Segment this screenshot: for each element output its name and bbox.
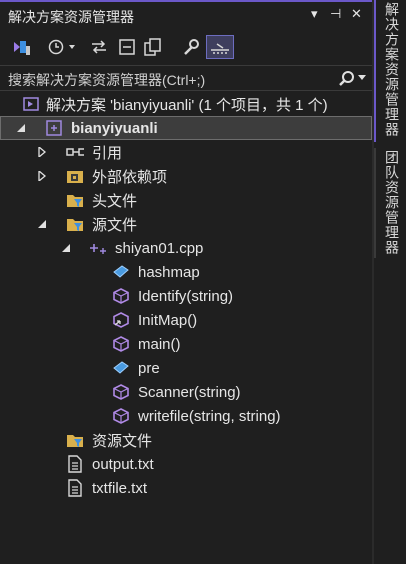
collapse-all-icon — [119, 39, 135, 55]
member-label: Scanner(string) — [138, 383, 241, 401]
sync-with-active-document-button[interactable] — [88, 35, 110, 59]
function-reference-icon — [112, 311, 130, 329]
references-icon — [66, 143, 84, 161]
function-cube-icon — [112, 287, 130, 305]
expanded-arrow-icon[interactable] — [60, 242, 72, 254]
tree-item-member[interactable]: InitMap() — [0, 308, 372, 332]
collapsed-arrow-icon[interactable] — [36, 146, 48, 158]
side-tab-solution-explorer[interactable]: 解决方案资源管理器 — [374, 0, 406, 142]
side-tab-team-explorer-label: 团队资源管理器 — [384, 150, 400, 255]
solution-explorer-panel: 解决方案资源管理器 ▾ ⊣ ✕ 搜索解决方案资源管理器(Ctrl+;) 解决方案… — [0, 0, 372, 564]
search-box[interactable]: 搜索解决方案资源管理器(Ctrl+;) — [0, 65, 372, 91]
text-file-icon — [66, 455, 84, 473]
struct-icon — [112, 263, 130, 281]
wrench-icon — [184, 39, 199, 55]
switch-views-button[interactable] — [10, 35, 32, 59]
tree-item-output-txt[interactable]: output.txt — [0, 452, 372, 476]
tree-item-project[interactable]: bianyiyuanli — [0, 116, 372, 140]
tree-item-references[interactable]: 引用 — [0, 140, 372, 164]
pending-changes-filter-button[interactable] — [46, 35, 80, 59]
cpp-project-icon — [45, 119, 63, 137]
pin-icon[interactable]: ⊣ — [330, 6, 341, 22]
cpp-file-icon — [88, 239, 106, 257]
text-file-icon — [66, 479, 84, 497]
output-txt-label: output.txt — [92, 455, 154, 473]
member-label: hashmap — [138, 263, 200, 281]
struct-icon — [112, 359, 130, 377]
function-cube-icon — [112, 335, 130, 353]
search-options-chevron-icon[interactable] — [358, 75, 366, 81]
source-files-label: 源文件 — [92, 216, 138, 234]
header-files-label: 头文件 — [92, 192, 138, 210]
tree-item-member[interactable]: Scanner(string) — [0, 380, 372, 404]
external-dependencies-icon — [66, 167, 84, 185]
filter-folder-icon — [66, 191, 84, 209]
tree-item-member[interactable]: pre — [0, 356, 372, 380]
project-label: bianyiyuanli — [71, 119, 158, 137]
tree-item-source-files[interactable]: 源文件 — [0, 212, 372, 236]
collapsed-arrow-icon[interactable] — [36, 170, 48, 182]
filter-folder-icon — [66, 215, 84, 233]
sync-arrows-icon — [92, 40, 106, 54]
member-label: writefile(string, string) — [138, 407, 281, 425]
panel-titlebar: 解决方案资源管理器 ▾ ⊣ ✕ — [0, 0, 372, 30]
tree-item-solution[interactable]: 解决方案 'bianyiyuanli' (1 个项目，共 1 个) — [0, 92, 372, 116]
search-input[interactable]: 搜索解决方案资源管理器(Ctrl+;) — [8, 70, 205, 90]
filter-folder-icon — [66, 431, 84, 449]
panel-toolbar — [0, 31, 372, 63]
show-all-files-button[interactable] — [142, 35, 164, 59]
tree-item-member[interactable]: writefile(string, string) — [0, 404, 372, 428]
external-dependencies-label: 外部依赖项 — [92, 168, 168, 186]
member-label: InitMap() — [138, 311, 198, 329]
vs-solution-icon — [14, 41, 30, 55]
preview-icon — [211, 43, 229, 54]
tree-item-member[interactable]: Identify(string) — [0, 284, 372, 308]
properties-button[interactable] — [180, 35, 202, 59]
solution-label: 解决方案 'bianyiyuanli' (1 个项目，共 1 个) — [46, 96, 328, 114]
expanded-arrow-icon[interactable] — [15, 122, 27, 134]
function-cube-icon — [112, 383, 130, 401]
window-position-dropdown[interactable]: ▾ — [311, 6, 318, 22]
tree-item-cpp-file[interactable]: shiyan01.cpp — [0, 236, 372, 260]
txtfile-txt-label: txtfile.txt — [92, 479, 148, 497]
tree-item-member[interactable]: main() — [0, 332, 372, 356]
tree-item-header-files[interactable]: 头文件 — [0, 188, 372, 212]
references-label: 引用 — [92, 144, 123, 162]
search-icon[interactable] — [338, 70, 356, 87]
tree-item-external-dependencies[interactable]: 外部依赖项 — [0, 164, 372, 188]
tree-item-resource-files[interactable]: 资源文件 — [0, 428, 372, 452]
tree-item-txtfile-txt[interactable]: txtfile.txt — [0, 476, 372, 500]
close-icon[interactable]: ✕ — [351, 6, 362, 22]
side-tab-team-explorer[interactable]: 团队资源管理器 — [374, 148, 406, 258]
cpp-file-label: shiyan01.cpp — [115, 239, 204, 257]
panel-title: 解决方案资源管理器 — [8, 9, 134, 25]
copy-files-icon — [144, 38, 161, 56]
resource-files-label: 资源文件 — [92, 432, 153, 450]
member-label: Identify(string) — [138, 287, 234, 305]
preview-selected-items-button[interactable] — [206, 35, 234, 59]
collapse-all-button[interactable] — [116, 35, 138, 59]
member-label: pre — [138, 359, 160, 377]
side-tab-solution-explorer-label: 解决方案资源管理器 — [384, 2, 400, 137]
history-clock-icon — [48, 39, 75, 55]
function-cube-icon — [112, 407, 130, 425]
member-label: main() — [138, 335, 181, 353]
expanded-arrow-icon[interactable] — [36, 218, 48, 230]
tree-item-member[interactable]: hashmap — [0, 260, 372, 284]
solution-icon — [22, 95, 40, 113]
